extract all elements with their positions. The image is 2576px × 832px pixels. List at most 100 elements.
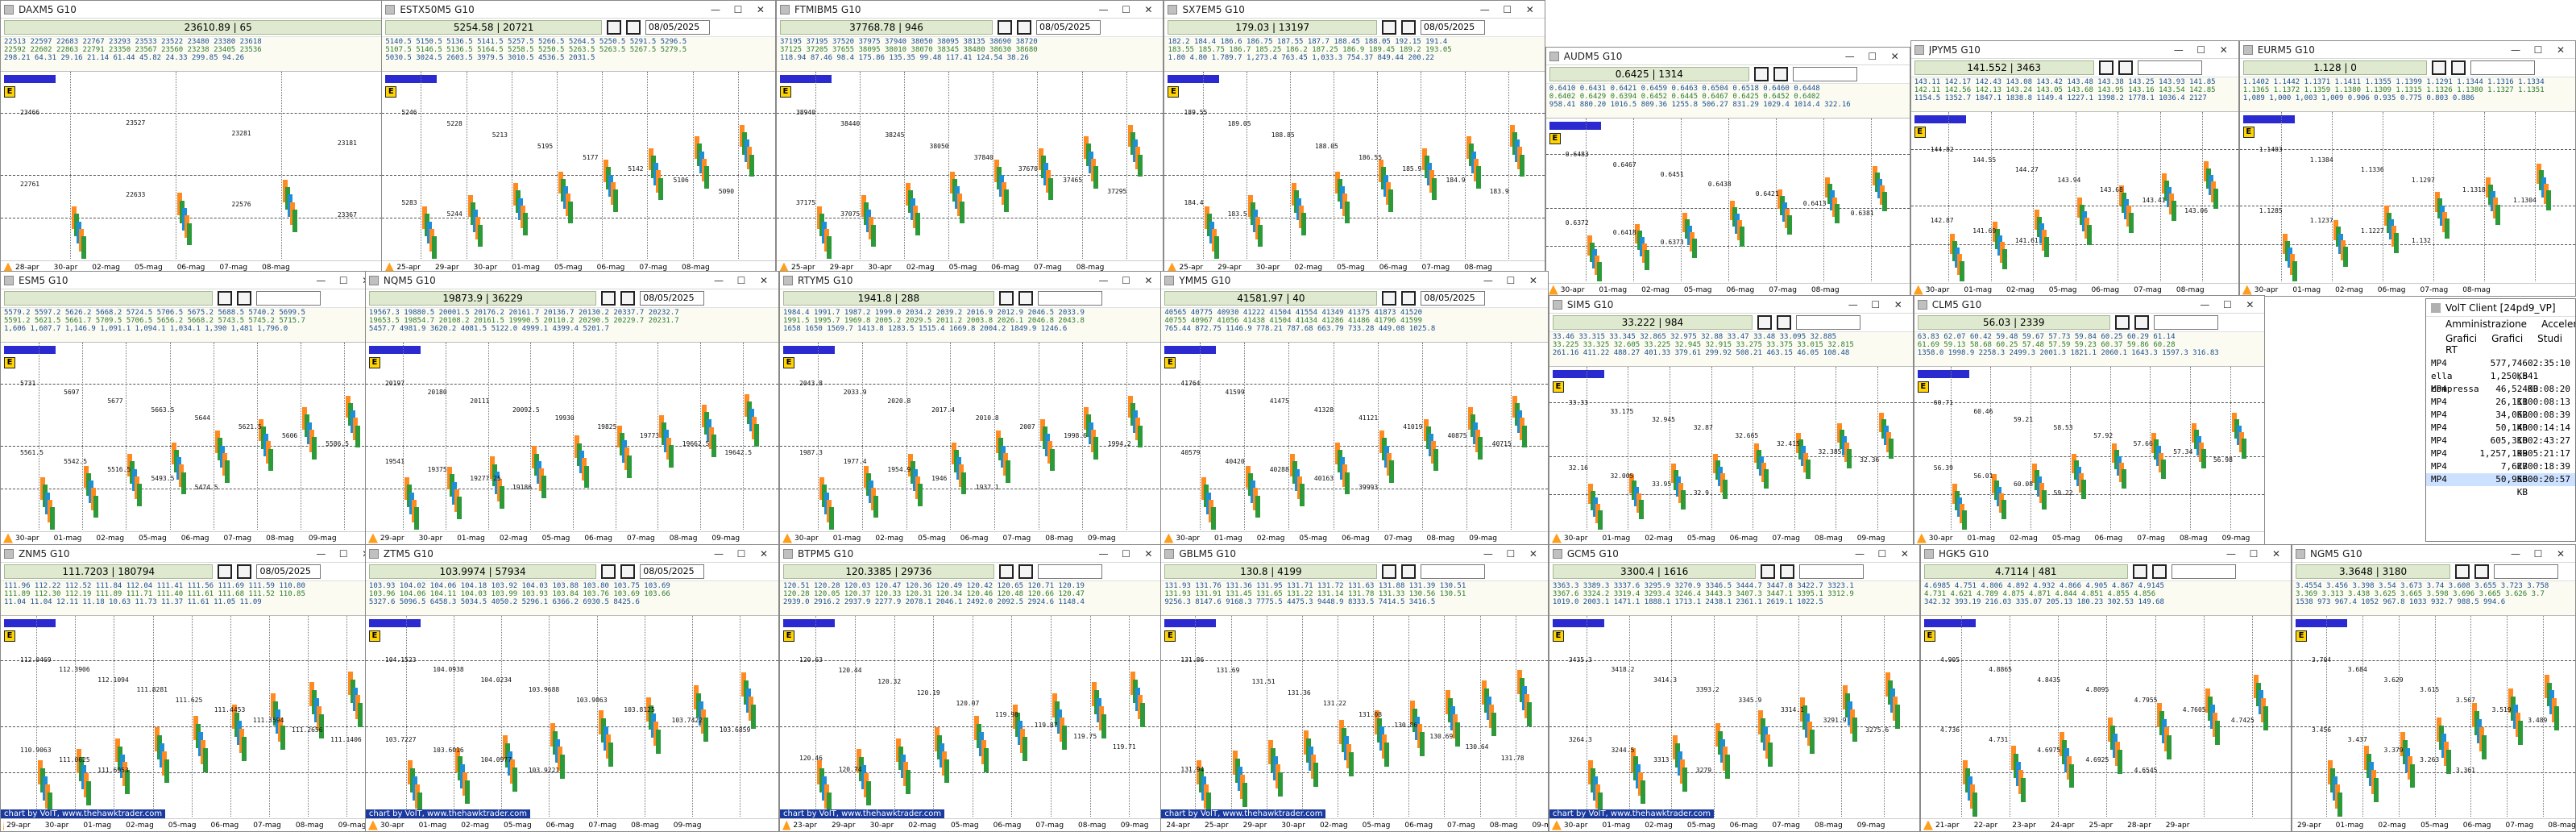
file-row[interactable]: MP4 46,524 KB 00:08:20 [2426, 383, 2575, 407]
close-button[interactable]: ✕ [1887, 299, 1910, 310]
period-selector[interactable] [385, 75, 438, 83]
profile-plot[interactable]: E 104.1523 104.0938 104.0234 103.9688 103.906… [365, 616, 779, 817]
minimize-button[interactable]: — [2193, 299, 2216, 310]
window-titlebar[interactable]: AUDM5 G10 — ☐ ✕ [1545, 48, 1910, 65]
window-titlebar[interactable]: NGM5 G10 — ☐ ✕ [2292, 545, 2575, 563]
minimize-button[interactable]: — [309, 275, 332, 286]
profile-plot[interactable]: E 20197 20180 20111 20092.5 19930 19825 19773 19… [365, 343, 779, 530]
chart-window-ftmibm5[interactable]: FTMIBM5 G10— ☐ ✕ 37768.78 | 946 08/05/2025 37… [775, 0, 1164, 274]
date-input[interactable]: 08/05/2025 [256, 564, 321, 579]
maximize-button[interactable]: ☐ [2190, 44, 2213, 56]
chart-toggle-button[interactable] [2455, 564, 2470, 579]
e-badge-icon[interactable]: E [4, 630, 15, 642]
profile-plot[interactable]: E 1.1403 1.1384 1.1336 1.1297 1.1318 1.1304 1.1… [2239, 112, 2575, 281]
chart-window-gcm5[interactable]: GCM5 G10 — ☐ ✕ 3300.4 | 1616 3363.3 3389.3 33… [1548, 544, 1920, 832]
date-input[interactable] [256, 291, 321, 306]
period-selector[interactable] [4, 75, 56, 83]
settings-toggle-button[interactable] [1401, 564, 1417, 579]
chart-window-btpm5[interactable]: BTPM5 G10 — ☐ ✕ 120.3385 | 29736 120.51 120.2… [779, 544, 1164, 832]
maximize-button[interactable]: ☐ [1114, 275, 1137, 286]
e-badge-icon[interactable]: E [368, 630, 380, 642]
window-titlebar[interactable]: RTYM5 G10 — ☐ ✕ [780, 272, 1164, 289]
maximize-button[interactable]: ☐ [1861, 51, 1884, 62]
minimize-button[interactable]: — [707, 548, 730, 560]
chart-window-hgk5[interactable]: HGK5 G10 — ☐ ✕ 4.7114 | 481 4.6985 4.751 4.80… [1919, 544, 2292, 832]
period-selector[interactable] [368, 346, 421, 354]
maximize-button[interactable]: ☐ [1500, 275, 1522, 286]
profile-plot[interactable]: E 5246 5228 5213 5195 5177 5142 5106 5090 5283 524… [382, 72, 775, 259]
date-input[interactable]: 08/05/2025 [1420, 20, 1485, 35]
profile-plot[interactable]: E 131.86 131.69 131.51 131.36 131.22 131.08 130… [1161, 616, 1548, 817]
file-row[interactable]: MP4 50,956 KB 00:20:57 [2426, 473, 2575, 497]
date-input[interactable] [2153, 315, 2218, 330]
e-badge-icon[interactable]: E [1552, 630, 1564, 642]
minimize-button[interactable]: — [1092, 548, 1114, 560]
settings-toggle-button[interactable] [1776, 315, 1791, 330]
minimize-button[interactable]: — [2504, 44, 2527, 56]
file-row[interactable]: MP4 7,627 KB 00:18:39 [2426, 460, 2575, 485]
file-row[interactable]: MP4 34,062 KB 00:08:39 [2426, 409, 2575, 433]
chart-window-audm5[interactable]: AUDM5 G10 — ☐ ✕ 0.6425 | 1314 0.6410 0.6431 0… [1545, 47, 1910, 297]
window-titlebar[interactable]: NQM5 G10 — ☐ ✕ [365, 272, 779, 289]
file-row[interactable]: MP4 50,140 KB 00:14:14 [2426, 422, 2575, 446]
period-selector[interactable] [1164, 346, 1217, 354]
maximize-button[interactable]: ☐ [1114, 548, 1137, 560]
minimize-button[interactable]: — [309, 548, 332, 560]
minimize-button[interactable]: — [707, 275, 730, 286]
maximize-button[interactable]: ☐ [332, 548, 355, 560]
menu-item[interactable]: Accelerazioni [2541, 318, 2575, 330]
date-input[interactable]: 08/05/2025 [1421, 291, 1486, 306]
e-badge-icon[interactable]: E [783, 630, 795, 642]
period-selector[interactable] [1552, 619, 1604, 627]
window-titlebar[interactable]: HGK5 G10 — ☐ ✕ [1920, 545, 2292, 563]
window-titlebar[interactable]: ESTX50M5 G10 — ☐ ✕ [382, 1, 775, 19]
minimize-button[interactable]: — [2220, 548, 2242, 560]
period-selector[interactable] [1552, 370, 1604, 378]
close-button[interactable]: ✕ [2265, 548, 2288, 560]
window-titlebar[interactable]: ESM5 G10—☐✕ [1, 272, 381, 289]
period-selector[interactable] [368, 619, 421, 627]
maximize-button[interactable]: ☐ [1500, 548, 1522, 560]
chart-toggle-button[interactable] [998, 20, 1012, 35]
settings-toggle-button[interactable] [2474, 564, 2490, 579]
chart-window-znm5[interactable]: ZNM5 G10—☐✕111.7203 | 18079408/05/202511… [0, 544, 382, 832]
period-selector[interactable] [779, 75, 832, 83]
date-input[interactable] [2137, 60, 2202, 75]
file-row[interactable]: MP4 26,111 KB 00:08:13 [2426, 396, 2575, 420]
minimize-button[interactable]: — [1839, 51, 1861, 62]
chart-toggle-button[interactable] [2432, 60, 2447, 75]
date-input[interactable] [1795, 315, 1860, 330]
window-titlebar[interactable]: JPYM5 G10 — ☐ ✕ [1910, 41, 2238, 59]
date-input[interactable] [1037, 291, 1102, 306]
date-input[interactable] [1421, 564, 1486, 579]
e-badge-icon[interactable]: E [1164, 630, 1176, 642]
chart-window-ymm5[interactable]: YMM5 G10 — ☐ ✕ 41581.97 | 40 08/05/2025 40565 … [1160, 271, 1549, 545]
close-button[interactable]: ✕ [1137, 548, 1159, 560]
date-input[interactable] [1799, 564, 1865, 579]
e-badge-icon[interactable]: E [1552, 381, 1564, 393]
window-titlebar[interactable]: FTMIBM5 G10 — ☐ ✕ [776, 1, 1164, 19]
chart-window-ztm5[interactable]: ZTM5 G10— ☐ ✕ 103.9974 | 57934 08/05/2025 103… [364, 544, 780, 832]
e-badge-icon[interactable]: E [1549, 133, 1561, 144]
chart-window-nqm5[interactable]: NQM5 G10 — ☐ ✕ 19873.9 | 36229 08/05/2025 1956… [364, 271, 780, 545]
minimize-button[interactable]: — [2504, 548, 2527, 560]
profile-plot[interactable]: E 0.6483 0.6467 0.6451 0.6438 0.6421 0.6413 0.6… [1545, 119, 1910, 281]
settings-toggle-button[interactable] [2134, 315, 2149, 330]
profile-plot[interactable]: E 3.704 3.684 3.629 3.615 3.567 3.519 3.489 3.45… [2292, 616, 2575, 817]
profile-plot[interactable]: E 4.905 4.8865 4.8435 4.8095 4.7955 4.7605 4.74… [1920, 616, 2292, 817]
e-badge-icon[interactable]: E [385, 86, 397, 98]
close-button[interactable]: ✕ [2213, 44, 2235, 56]
chart-toggle-button[interactable] [1381, 20, 1396, 35]
close-button[interactable]: ✕ [749, 4, 772, 15]
e-badge-icon[interactable]: E [368, 357, 380, 368]
settings-toggle-button[interactable] [1018, 291, 1033, 306]
chart-window-sx7em5[interactable]: SX7EM5 G10 — ☐ ✕ 179.03 | 13197 08/05/2025 182… [1164, 0, 1545, 274]
period-selector[interactable] [783, 619, 836, 627]
profile-plot[interactable]: E 112.0469 112.3906 112.1094 111.8281 111.625… [1, 616, 381, 817]
maximize-button[interactable]: ☐ [1871, 548, 1894, 560]
file-row[interactable]: MP4 605,310 KB 02:43:27 [2426, 435, 2575, 459]
minimize-button[interactable]: — [2167, 44, 2190, 56]
file-row[interactable]: ella compressa 1,250,541 KB [2426, 370, 2575, 394]
chart-toggle-button[interactable] [606, 20, 621, 35]
settings-toggle-button[interactable] [237, 564, 252, 579]
